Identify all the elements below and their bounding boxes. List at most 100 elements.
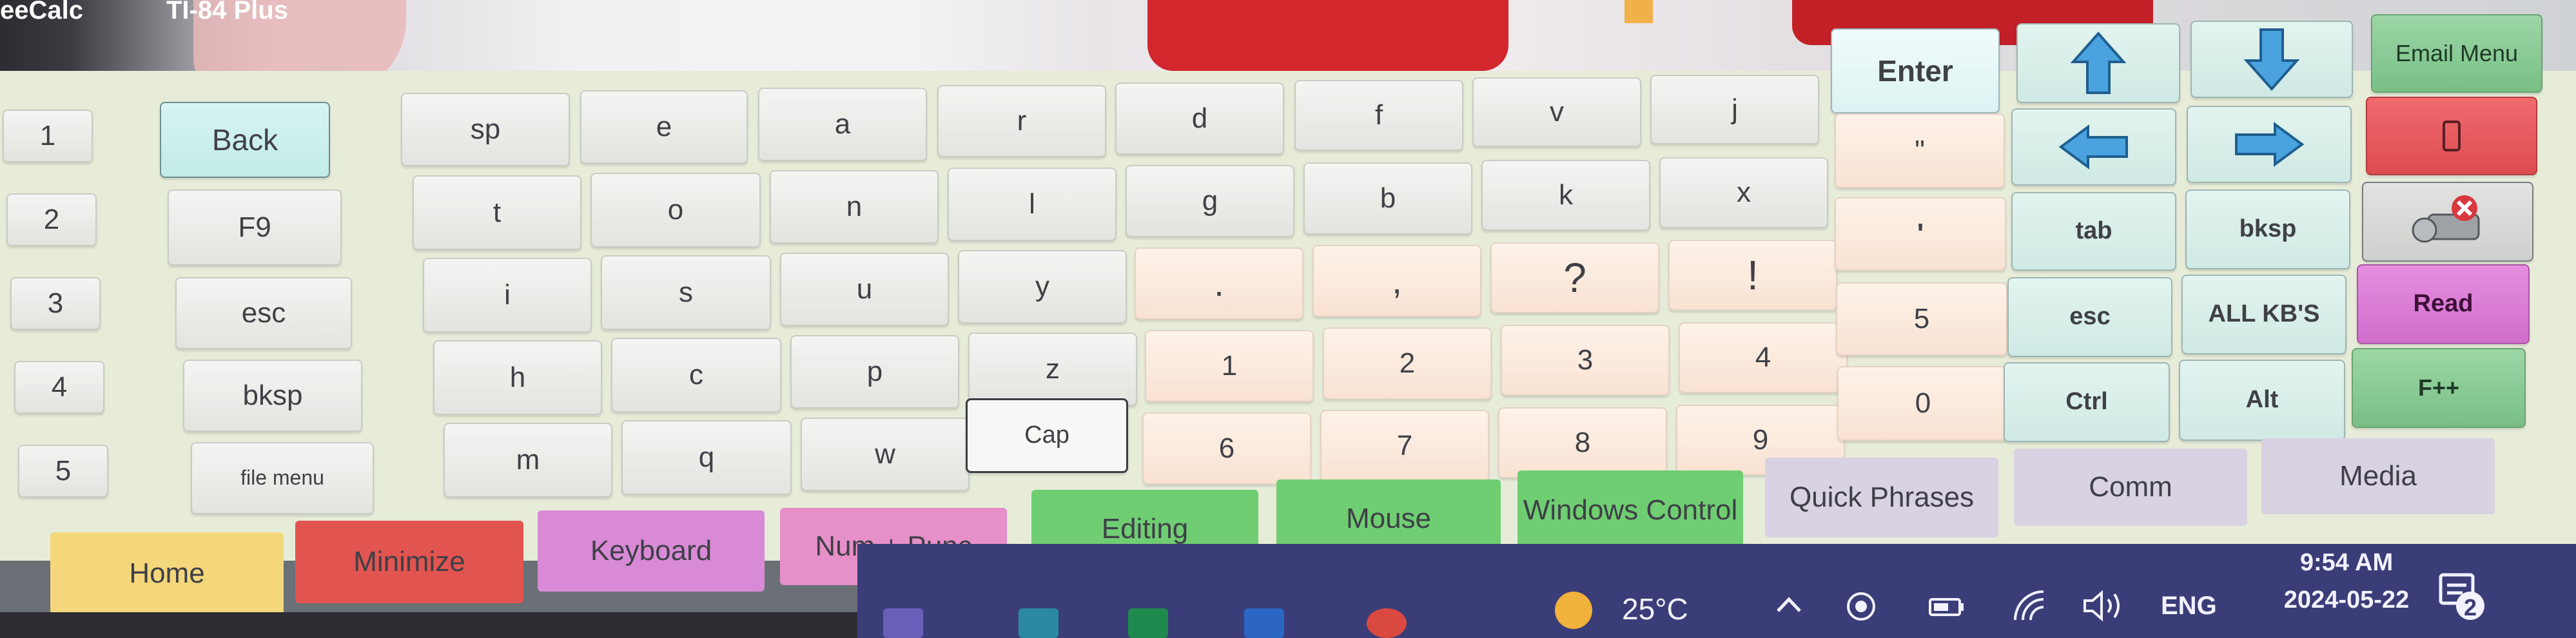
key-w[interactable]: w — [801, 418, 970, 491]
temperature-label[interactable]: 25°C — [1622, 592, 1688, 626]
key-r[interactable]: r — [937, 85, 1106, 157]
email-menu-button[interactable]: Email Menu — [2371, 14, 2542, 93]
clock-time[interactable]: 9:54 AM — [2263, 549, 2430, 577]
arrow-up-icon — [2070, 31, 2127, 94]
key-f[interactable]: f — [1294, 80, 1463, 151]
key-f9[interactable]: F9 — [168, 189, 342, 266]
key-x[interactable]: x — [1659, 157, 1828, 228]
minimize-tab[interactable]: Minimize — [295, 521, 523, 603]
speaker-icon[interactable] — [2081, 588, 2126, 624]
key-number-1[interactable]: 1 — [3, 110, 93, 162]
key-apostrophe[interactable]: ' — [1835, 197, 2006, 271]
battery-icon[interactable] — [1927, 590, 1966, 623]
key-sp[interactable]: sp — [401, 93, 570, 166]
wifi-icon[interactable] — [2011, 588, 2050, 624]
key-digit-5[interactable]: 5 — [1836, 282, 2007, 356]
key-question[interactable]: ? — [1490, 242, 1659, 313]
window-title-ti84[interactable]: TI-84 Plus — [166, 0, 288, 25]
keyboard-tab[interactable]: Keyboard — [538, 510, 765, 592]
arrow-up-button[interactable] — [2016, 23, 2180, 103]
key-l[interactable]: l — [948, 168, 1117, 241]
key-o[interactable]: o — [590, 173, 761, 247]
background-photo — [1147, 0, 1508, 71]
weather-sun-icon[interactable] — [1555, 592, 1592, 629]
key-nav-esc[interactable]: esc — [2007, 277, 2172, 357]
windows-taskbar: 25°C ENG 9:54 AM 2024-05-22 2 — [857, 544, 2576, 638]
key-b[interactable]: b — [1303, 162, 1472, 235]
clock-date[interactable]: 2024-05-22 — [2243, 586, 2450, 614]
key-t[interactable]: t — [413, 175, 581, 250]
key-i[interactable]: i — [423, 258, 592, 333]
arrow-down-button[interactable] — [2191, 21, 2353, 98]
key-p[interactable]: p — [790, 335, 959, 409]
background-photo — [1625, 0, 1653, 23]
key-j[interactable]: j — [1650, 75, 1819, 144]
chevron-up-icon[interactable] — [1773, 589, 1805, 621]
mobile-phone-button[interactable] — [2366, 97, 2537, 175]
word-taskbar-icon[interactable] — [1244, 608, 1284, 638]
key-nav-bksp[interactable]: bksp — [2185, 189, 2350, 269]
window-title-eecalc[interactable]: eeCalc — [0, 0, 83, 25]
key-q[interactable]: q — [621, 420, 792, 495]
key-d[interactable]: d — [1115, 82, 1284, 155]
all-keyboards-button[interactable]: ALL KB'S — [2181, 275, 2347, 354]
key-a[interactable]: a — [758, 88, 927, 161]
arrow-left-button[interactable] — [2011, 108, 2176, 186]
key-number-5[interactable]: 5 — [18, 445, 108, 498]
caps-lock-button[interactable]: Cap — [966, 398, 1128, 473]
key-digit-1[interactable]: 1 — [1145, 330, 1314, 402]
taskbar-app-icon[interactable] — [883, 608, 923, 638]
close-keyboard-button[interactable] — [2362, 182, 2533, 262]
key-g[interactable]: g — [1126, 165, 1294, 237]
quick-phrases-tab[interactable]: Quick Phrases — [1765, 458, 1998, 537]
notification-icon[interactable]: 2 — [2424, 557, 2501, 634]
windows-control-tab[interactable]: Windows Control — [1517, 470, 1743, 550]
key-digit-7[interactable]: 7 — [1320, 410, 1489, 482]
key-bksp[interactable]: bksp — [183, 360, 362, 432]
chrome-taskbar-icon[interactable] — [1367, 608, 1407, 638]
key-digit-3[interactable]: 3 — [1501, 325, 1670, 396]
key-v[interactable]: v — [1472, 77, 1641, 147]
key-c[interactable]: c — [611, 338, 781, 412]
key-s[interactable]: s — [601, 255, 771, 330]
key-number-3[interactable]: 3 — [10, 277, 101, 330]
key-h[interactable]: h — [433, 340, 602, 415]
key-number-4[interactable]: 4 — [14, 361, 104, 414]
back-button[interactable]: Back — [160, 102, 330, 178]
read-button[interactable]: Read — [2357, 264, 2530, 344]
home-tab[interactable]: Home — [50, 532, 284, 615]
key-m[interactable]: m — [444, 423, 612, 498]
arrow-right-icon — [2235, 122, 2305, 167]
key-ctrl[interactable]: Ctrl — [2004, 362, 2170, 442]
key-comma[interactable]: , — [1312, 245, 1481, 317]
key-k[interactable]: k — [1481, 160, 1650, 231]
key-digit-0[interactable]: 0 — [1837, 366, 2009, 441]
key-period[interactable]: . — [1135, 247, 1303, 320]
file-menu-button[interactable]: file menu — [191, 442, 374, 514]
key-alt[interactable]: Alt — [2179, 360, 2345, 441]
key-z[interactable]: z — [968, 333, 1137, 406]
arrow-right-button[interactable] — [2187, 106, 2352, 183]
key-digit-2[interactable]: 2 — [1323, 327, 1492, 400]
key-digit-6[interactable]: 6 — [1142, 412, 1311, 485]
key-esc[interactable]: esc — [175, 277, 352, 349]
key-exclamation[interactable]: ! — [1668, 240, 1837, 311]
key-y[interactable]: y — [958, 250, 1127, 324]
outlook-taskbar-icon[interactable] — [1019, 608, 1059, 638]
comm-tab[interactable]: Comm — [2014, 449, 2247, 526]
key-u[interactable]: u — [780, 253, 949, 326]
key-n[interactable]: n — [770, 170, 939, 244]
language-indicator[interactable]: ENG — [2161, 592, 2217, 621]
enter-button[interactable]: Enter — [1831, 28, 2000, 113]
record-icon[interactable] — [1844, 589, 1878, 624]
f-plus-plus-button[interactable]: F++ — [2352, 348, 2526, 428]
arrow-left-icon — [2058, 124, 2128, 169]
key-e[interactable]: e — [580, 90, 748, 164]
key-double-quote[interactable]: " — [1835, 113, 2005, 188]
key-digit-4[interactable]: 4 — [1679, 322, 1848, 393]
key-number-2[interactable]: 2 — [6, 193, 97, 246]
media-tab[interactable]: Media — [2261, 438, 2495, 514]
key-tab[interactable]: tab — [2011, 192, 2176, 271]
key-digit-8[interactable]: 8 — [1498, 407, 1667, 478]
excel-taskbar-icon[interactable] — [1128, 608, 1168, 638]
